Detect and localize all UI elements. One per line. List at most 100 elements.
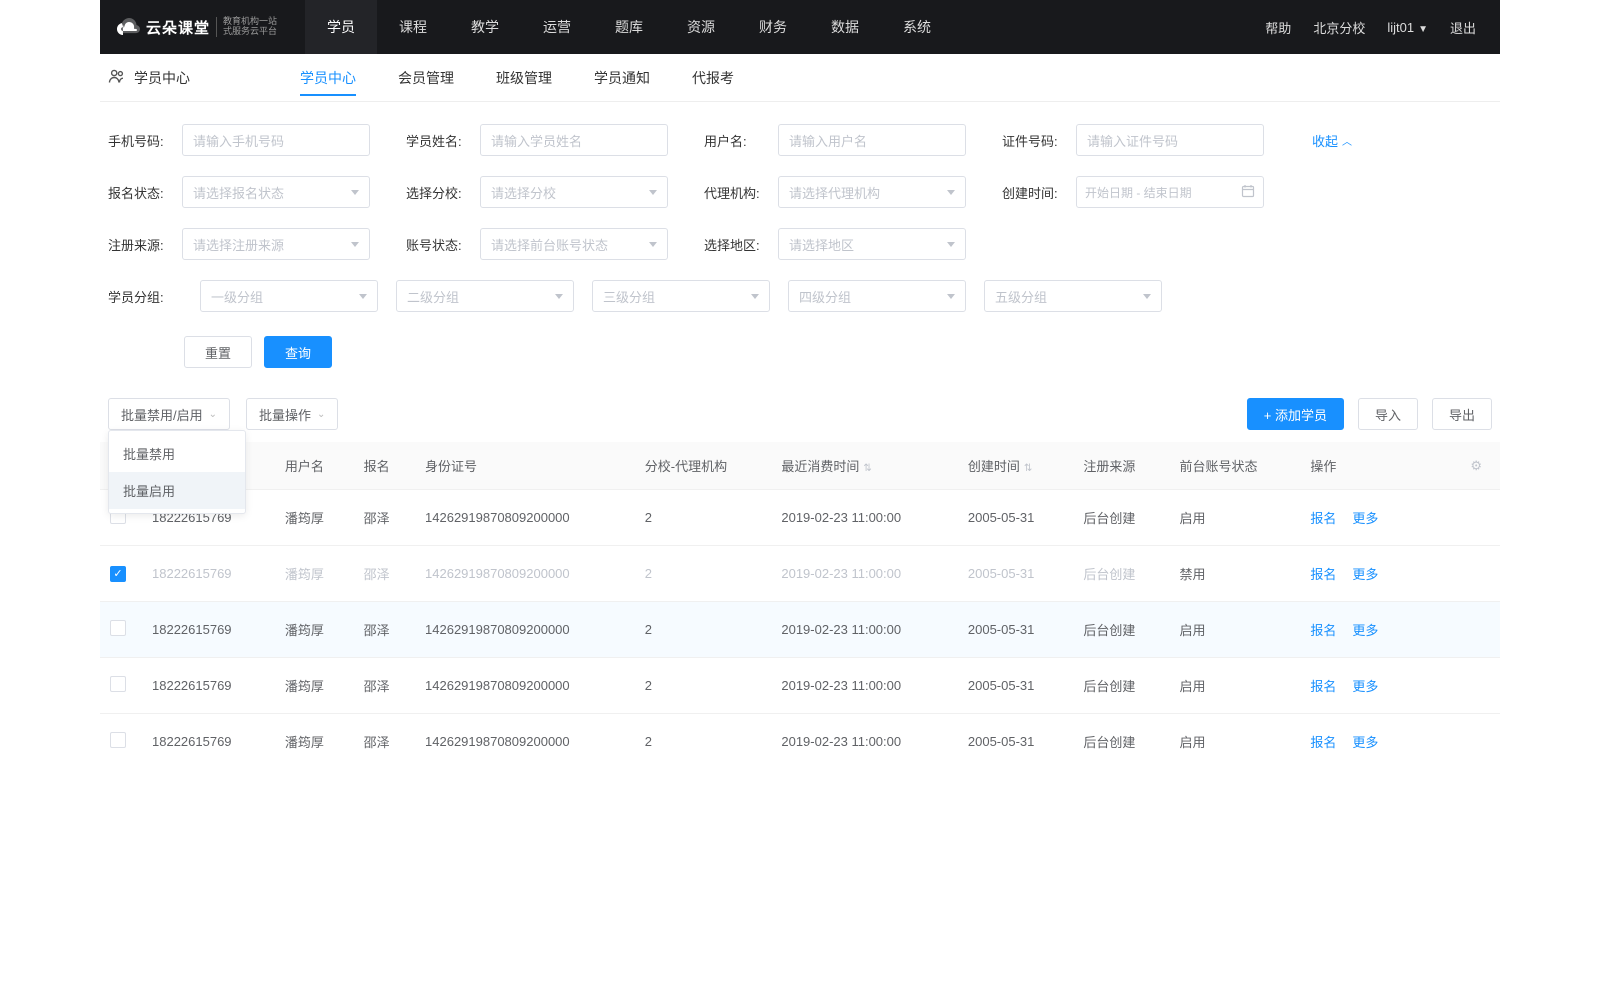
action-signup[interactable]: 报名 (1310, 620, 1336, 639)
action-more[interactable]: 更多 (1352, 564, 1378, 583)
col-header: 分校-代理机构 (635, 442, 772, 490)
cell-phone: 18222615769 (142, 658, 275, 714)
cell-id: 14262919870809200000 (415, 714, 635, 770)
filter-field: 选择分校:请选择分校 (406, 176, 668, 208)
row-checkbox[interactable] (110, 676, 126, 692)
caret-down-icon: ▼ (1418, 24, 1428, 35)
add-student-button[interactable]: + 添加学员 (1247, 398, 1344, 430)
cell-source: 后台创建 (1073, 490, 1169, 546)
menu-item-0[interactable]: 批量禁用 (109, 435, 245, 472)
import-button[interactable]: 导入 (1358, 398, 1418, 430)
nav-help[interactable]: 帮助 (1265, 18, 1291, 37)
bulk-ops-dropdown[interactable]: 批量操作⌄ (246, 398, 338, 430)
bulk-toggle-dropdown[interactable]: 批量禁用/启用⌄ (108, 398, 230, 430)
action-signup[interactable]: 报名 (1310, 676, 1336, 695)
nav-user[interactable]: lijt01▼ (1387, 20, 1428, 35)
row-checkbox[interactable]: ✓ (110, 566, 126, 582)
action-signup[interactable]: 报名 (1310, 564, 1336, 583)
filter-field: 学员姓名:请输入学员姓名 (406, 124, 668, 156)
subnav-tab-3[interactable]: 学员通知 (594, 54, 650, 102)
nav-logout[interactable]: 退出 (1450, 18, 1476, 37)
row-checkbox[interactable] (110, 732, 126, 748)
filter-panel: 手机号码:请输入手机号码学员姓名:请输入学员姓名用户名:请输入用户名证件号码:请… (100, 102, 1500, 378)
table-row: 18222615769潘筠厚邵泽142629198708092000002201… (100, 658, 1500, 714)
topnav-item-0[interactable]: 学员 (305, 0, 377, 54)
topnav-item-1[interactable]: 课程 (377, 0, 449, 54)
text-input[interactable]: 请输入用户名 (778, 124, 966, 156)
group-select[interactable]: 三级分组 (592, 280, 770, 312)
col-header: 操作 (1300, 442, 1460, 490)
top-nav: 云朵课堂 教育机构一站式服务云平台 学员课程教学运营题库资源财务数据系统 帮助 … (100, 0, 1500, 54)
action-more[interactable]: 更多 (1352, 676, 1378, 695)
cell-branch: 2 (635, 602, 772, 658)
reset-button[interactable]: 重置 (184, 336, 252, 368)
logo: 云朵课堂 教育机构一站式服务云平台 (116, 15, 277, 39)
group-label: 学员分组: (108, 287, 176, 306)
cell-id: 14262919870809200000 (415, 658, 635, 714)
select-input[interactable]: 请选择报名状态 (182, 176, 370, 208)
topnav-item-3[interactable]: 运营 (521, 0, 593, 54)
action-more[interactable]: 更多 (1352, 508, 1378, 527)
group-select[interactable]: 五级分组 (984, 280, 1162, 312)
topnav-item-6[interactable]: 财务 (737, 0, 809, 54)
group-select[interactable]: 四级分组 (788, 280, 966, 312)
subnav-tab-1[interactable]: 会员管理 (398, 54, 454, 102)
action-signup[interactable]: 报名 (1310, 508, 1336, 527)
select-input[interactable]: 请选择地区 (778, 228, 966, 260)
cell-status: 启用 (1169, 658, 1300, 714)
cell-status: 启用 (1169, 714, 1300, 770)
text-input[interactable]: 请输入学员姓名 (480, 124, 668, 156)
subnav-tab-0[interactable]: 学员中心 (300, 54, 356, 102)
filter-field: 注册来源:请选择注册来源 (108, 228, 370, 260)
col-header: 最近消费时间⇅ (771, 442, 958, 490)
select-input[interactable]: 请选择分校 (480, 176, 668, 208)
sort-icon[interactable]: ⇅ (1024, 463, 1032, 474)
select-input[interactable]: 请选择代理机构 (778, 176, 966, 208)
row-checkbox[interactable] (110, 620, 126, 636)
menu-item-1[interactable]: 批量启用 (109, 472, 245, 509)
cloud-icon (116, 15, 140, 39)
text-input[interactable]: 请输入证件号码 (1076, 124, 1264, 156)
topnav-item-8[interactable]: 系统 (881, 0, 953, 54)
subnav-tab-2[interactable]: 班级管理 (496, 54, 552, 102)
cell-phone: 18222615769 (142, 714, 275, 770)
cell-source: 后台创建 (1073, 602, 1169, 658)
nav-branch[interactable]: 北京分校 (1313, 18, 1365, 37)
field-label: 选择地区: (704, 235, 772, 254)
field-label: 账号状态: (406, 235, 474, 254)
text-input[interactable]: 请输入手机号码 (182, 124, 370, 156)
select-input[interactable]: 请选择注册来源 (182, 228, 370, 260)
cell-id: 14262919870809200000 (415, 546, 635, 602)
query-button[interactable]: 查询 (264, 336, 332, 368)
subnav-tab-4[interactable]: 代报考 (692, 54, 734, 102)
filter-field: 证件号码:请输入证件号码 (1002, 124, 1264, 156)
cell-user: 潘筠厚 (275, 714, 354, 770)
action-signup[interactable]: 报名 (1310, 732, 1336, 751)
select-input[interactable]: 请选择前台账号状态 (480, 228, 668, 260)
cell-last: 2019-02-23 11:00:00 (771, 714, 958, 770)
date-range-input[interactable]: 开始日期 - 结束日期 (1076, 176, 1264, 208)
cell-enroll: 邵泽 (354, 490, 415, 546)
gear-icon[interactable]: ⚙ (1470, 458, 1482, 473)
sort-icon[interactable]: ⇅ (863, 463, 871, 474)
topnav-item-7[interactable]: 数据 (809, 0, 881, 54)
collapse-link[interactable]: 收起︿ (1312, 131, 1352, 150)
cell-enroll: 邵泽 (354, 602, 415, 658)
group-select[interactable]: 一级分组 (200, 280, 378, 312)
cell-last: 2019-02-23 11:00:00 (771, 658, 958, 714)
students-table: 用户名报名身份证号分校-代理机构最近消费时间⇅创建时间⇅注册来源前台账号状态操作… (100, 442, 1500, 769)
cell-branch: 2 (635, 490, 772, 546)
action-more[interactable]: 更多 (1352, 620, 1378, 639)
group-select[interactable]: 二级分组 (396, 280, 574, 312)
action-more[interactable]: 更多 (1352, 732, 1378, 751)
col-header: 用户名 (275, 442, 354, 490)
users-icon (108, 67, 126, 88)
table-row: 18222615769潘筠厚邵泽142629198708092000002201… (100, 490, 1500, 546)
topnav-item-4[interactable]: 题库 (593, 0, 665, 54)
topnav-item-2[interactable]: 教学 (449, 0, 521, 54)
export-button[interactable]: 导出 (1432, 398, 1492, 430)
topnav-item-5[interactable]: 资源 (665, 0, 737, 54)
logo-text: 云朵课堂 (146, 17, 210, 38)
cell-branch: 2 (635, 546, 772, 602)
cell-enroll: 邵泽 (354, 658, 415, 714)
